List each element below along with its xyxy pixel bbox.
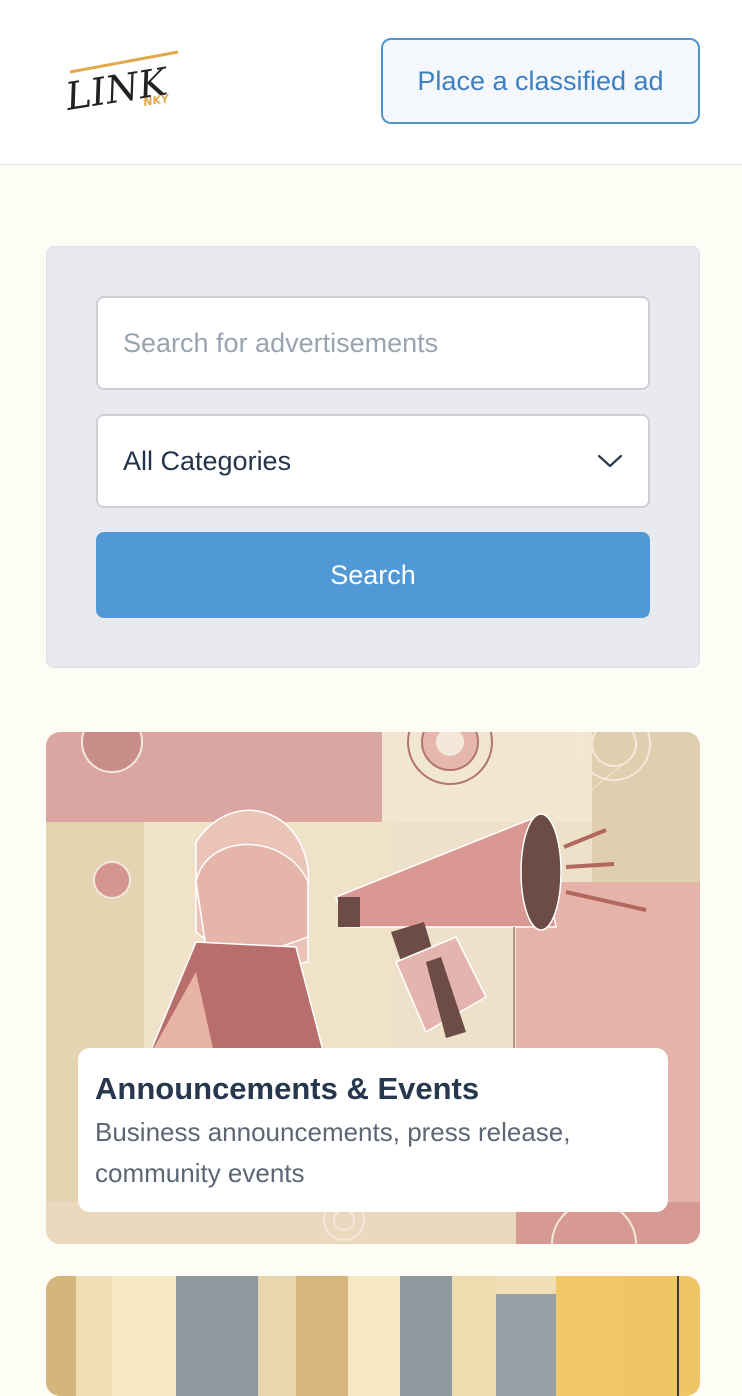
- category-card-second[interactable]: [46, 1276, 700, 1396]
- card-description: Business announcements, press release, c…: [95, 1117, 571, 1188]
- site-header: LINK NKY Place a classified ad: [0, 0, 742, 165]
- chevron-down-icon: [597, 454, 623, 468]
- category-select-value: All Categories: [123, 445, 292, 476]
- card-title: Announcements & Events: [95, 1071, 480, 1106]
- place-classified-ad-button[interactable]: Place a classified ad: [381, 38, 700, 124]
- category-card-announcements[interactable]: Announcements & Events Business announce…: [46, 732, 700, 1244]
- link-nky-logo-icon: LINK NKY: [62, 50, 179, 119]
- striped-illustration-icon: [46, 1276, 700, 1396]
- search-panel: All Categories Search: [46, 246, 700, 668]
- search-input[interactable]: [96, 296, 650, 390]
- card-caption: Announcements & Events Business announce…: [78, 1048, 668, 1212]
- search-button[interactable]: Search: [96, 532, 650, 618]
- logo-text: LINK: [62, 59, 173, 119]
- site-logo[interactable]: LINK NKY: [62, 42, 192, 122]
- logo-subtext: NKY: [142, 92, 170, 109]
- category-select[interactable]: All Categories: [96, 414, 650, 508]
